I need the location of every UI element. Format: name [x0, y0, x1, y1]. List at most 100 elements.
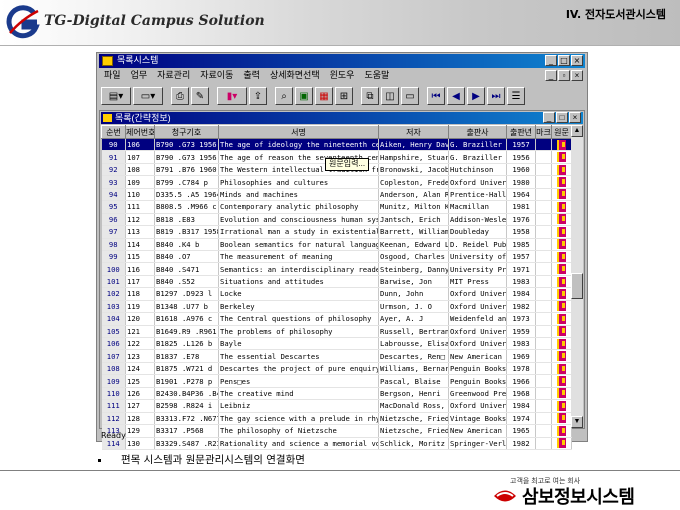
next-record-icon[interactable]: ▶ — [467, 87, 485, 105]
mdi-close-button[interactable]: × — [571, 70, 583, 81]
cell-year: 1985 — [506, 238, 536, 251]
table-row[interactable]: 99 115 B840 .O7 The measurement of meaning O… — [101, 250, 572, 264]
fulltext-book-icon[interactable] — [551, 362, 572, 376]
notes-icon[interactable]: ☰ — [507, 87, 525, 105]
table-row[interactable]: 102 118 B1297 .D923 l Locke Dunn, John Oxford… — [101, 287, 572, 301]
col-header-control-no[interactable]: 제어번호 — [125, 125, 155, 139]
menu-material[interactable]: 자료관리 — [152, 69, 195, 83]
menu-work[interactable]: 업무 — [126, 69, 153, 83]
image-icon[interactable]: ▣ — [295, 87, 313, 105]
fulltext-book-icon[interactable] — [551, 250, 572, 264]
columns-icon[interactable]: ◫ — [381, 87, 399, 105]
fulltext-book-icon[interactable] — [551, 399, 572, 413]
prev-record-icon[interactable]: ◀ — [447, 87, 465, 105]
cell-marc — [535, 262, 552, 276]
fulltext-book-icon[interactable] — [551, 188, 572, 202]
fulltext-book-icon[interactable] — [551, 412, 572, 426]
fulltext-book-icon[interactable] — [551, 262, 572, 276]
table-row[interactable]: 112 128 B3313.F72 .N677 The gay science wit… — [101, 412, 572, 426]
fulltext-book-icon[interactable] — [551, 312, 572, 326]
fulltext-book-icon[interactable] — [551, 287, 572, 301]
table-row[interactable]: 93 109 B799 .C784 p Philosophies and cultur… — [101, 175, 572, 189]
table-icon[interactable]: ⊞ — [335, 87, 353, 105]
table-row[interactable]: 105 121 B1649.R9 .R961 p The problems of ph… — [101, 325, 572, 339]
table-row[interactable]: 111 127 B2598 .R824 i Leibniz MacDonald Ross… — [101, 399, 572, 413]
table-row[interactable]: 110 126 B2430.B4P36 .B49 The creative mind B… — [101, 387, 572, 401]
last-record-icon[interactable]: ⏭ — [487, 87, 505, 105]
cell-year: 1958 — [506, 225, 536, 239]
fulltext-book-icon[interactable] — [551, 213, 572, 227]
vertical-scrollbar[interactable]: ▲ ▼ — [571, 125, 583, 428]
fulltext-book-icon[interactable] — [551, 138, 572, 152]
fulltext-book-icon[interactable] — [551, 337, 572, 351]
scroll-thumb[interactable] — [571, 273, 583, 299]
menu-help[interactable]: 도움말 — [359, 69, 394, 83]
chart-icon[interactable]: ⧉ — [361, 87, 379, 105]
cell-publisher: Doubleday — [448, 225, 507, 239]
app-titlebar[interactable]: 목록시스템 _ □ × — [99, 54, 585, 68]
mdi-minimize-button[interactable]: _ — [545, 70, 557, 81]
view-dropdown-button[interactable]: ▤▾ — [101, 87, 131, 105]
fulltext-book-icon[interactable] — [551, 225, 572, 239]
fulltext-book-icon[interactable] — [551, 200, 572, 214]
menu-detail-view[interactable]: 상세화면선택 — [265, 69, 325, 83]
fulltext-book-icon[interactable] — [551, 387, 572, 401]
menu-window[interactable]: 윈도우 — [325, 69, 360, 83]
mdi-restore-button[interactable]: ▫ — [558, 70, 570, 81]
print-icon[interactable]: ⎙ — [171, 87, 189, 105]
scroll-up-icon[interactable]: ▲ — [571, 125, 583, 137]
table-row[interactable]: 106122B1825 .L126 bBayleLabrousse, Elisa… — [101, 337, 572, 351]
menu-print[interactable]: 출력 — [238, 69, 265, 83]
window-icon[interactable]: ▭ — [401, 87, 419, 105]
col-header-call-no[interactable]: 청구기호 — [154, 125, 219, 139]
table-row[interactable]: 97 113 B819 .B317 1958 Irrational man a stu… — [101, 225, 572, 239]
table-row[interactable]: 98 114 B840 .K4 b Boolean semantics for nat… — [101, 238, 572, 251]
col-header-publisher[interactable]: 출판사 — [448, 125, 507, 139]
edit-icon[interactable]: ✎ — [191, 87, 209, 105]
table-row[interactable]: 108 124 B1875 .W721 d Descartes the project… — [101, 362, 572, 376]
cell-author: Bronowski, Jacob — [378, 163, 449, 177]
fulltext-book-icon[interactable] — [551, 275, 572, 289]
first-record-icon[interactable]: ⏮ — [427, 87, 445, 105]
col-header-title[interactable]: 서명 — [218, 125, 379, 139]
child-minimize-button[interactable]: _ — [543, 112, 555, 123]
grid-icon[interactable]: ▦ — [315, 87, 333, 105]
fulltext-book-icon[interactable] — [551, 374, 572, 388]
fulltext-book-icon[interactable] — [551, 150, 572, 164]
child-titlebar[interactable]: 목록(간략정보) _ □ × — [101, 112, 583, 124]
table-row[interactable]: 100 116 B840 .S471 Semantics: an interdisci… — [101, 262, 572, 276]
minimize-button[interactable]: _ — [545, 55, 557, 66]
fulltext-book-icon[interactable] — [551, 349, 572, 363]
close-button[interactable]: × — [571, 55, 583, 66]
table-row[interactable]: 90 106 B790 .G73 1956 The age of ideology t… — [101, 138, 572, 152]
table-row[interactable]: 101 117 B840 .S52 Situations and attitudes B… — [101, 275, 572, 289]
scroll-down-icon[interactable]: ▼ — [571, 416, 583, 428]
table-row[interactable]: 109 125 B1901 .P278 p Pens□es Pascal, Blaise… — [101, 374, 572, 388]
menu-file[interactable]: 파일 — [99, 69, 126, 83]
search-icon[interactable]: ⌕ — [275, 87, 293, 105]
table-row[interactable]: 107 123 B1837 .E78 The essential Descartes D… — [101, 349, 572, 363]
layout-dropdown-button[interactable]: ▭▾ — [133, 87, 163, 105]
col-header-year[interactable]: 출판년 — [506, 125, 536, 139]
table-row[interactable]: 104 120 B1618 .A976 c The Central questions… — [101, 312, 572, 326]
maximize-button[interactable]: □ — [558, 55, 570, 66]
fulltext-book-icon[interactable] — [551, 238, 572, 251]
col-header-author[interactable]: 저자 — [378, 125, 449, 139]
fulltext-book-icon[interactable] — [551, 325, 572, 339]
fulltext-book-icon[interactable] — [551, 300, 572, 314]
fulltext-book-icon[interactable] — [551, 163, 572, 177]
book-dropdown-button[interactable]: ▮▾ — [217, 87, 247, 105]
table-row[interactable]: 103 119 B1348 .U77 b Berkeley Urmson, J. O Ox… — [101, 300, 572, 314]
table-row[interactable]: 96 112 B818 .E83 Evolution and consciousnes… — [101, 213, 572, 227]
export-icon[interactable]: ⇪ — [249, 87, 267, 105]
fulltext-book-icon[interactable] — [551, 175, 572, 189]
col-header-no[interactable]: 순번 — [101, 125, 126, 139]
child-close-button[interactable]: × — [569, 112, 581, 123]
menu-move[interactable]: 자료이동 — [195, 69, 238, 83]
col-header-fulltext[interactable]: 원문 — [551, 125, 572, 139]
table-row[interactable]: 94 110 D335.5 .A5 1964 Minds and machines An… — [101, 188, 572, 202]
col-header-marc[interactable]: 마크 — [535, 125, 552, 139]
book-icon — [557, 214, 566, 225]
child-maximize-button[interactable]: □ — [556, 112, 568, 123]
table-row[interactable]: 95 111 B808.5 .M966 c Contemporary analytic… — [101, 200, 572, 214]
